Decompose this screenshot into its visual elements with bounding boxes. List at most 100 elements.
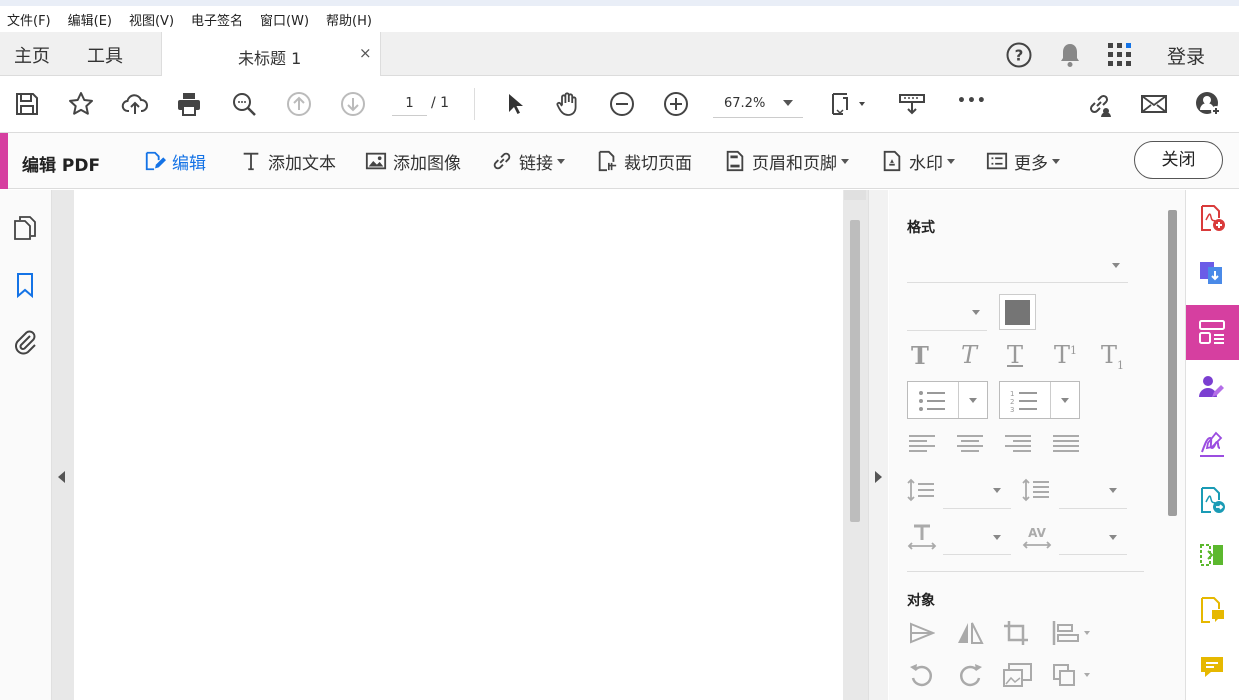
flip-horizontal-icon[interactable]: [909, 620, 935, 646]
next-page-icon[interactable]: [338, 89, 368, 119]
export-pdf-icon[interactable]: [1198, 486, 1226, 514]
crop-image-icon[interactable]: [1003, 620, 1029, 646]
underline-t-icon[interactable]: T: [1007, 341, 1023, 369]
menu-esign[interactable]: 电子签名: [191, 10, 243, 29]
rotate-left-icon[interactable]: [909, 662, 935, 688]
zoom-level-dropdown[interactable]: 67.2%: [713, 90, 803, 118]
edit-button[interactable]: 编辑: [144, 147, 206, 175]
share-link-icon[interactable]: [1084, 89, 1114, 119]
format-panel-scrollbar[interactable]: [1168, 210, 1177, 516]
hand-tool-icon[interactable]: [553, 89, 583, 119]
align-left-icon[interactable]: [909, 434, 935, 454]
save-icon[interactable]: [12, 89, 42, 119]
add-image-button[interactable]: 添加图像: [365, 147, 461, 175]
comment-icon[interactable]: [1198, 653, 1226, 681]
character-spacing-dropdown[interactable]: [1059, 524, 1127, 554]
star-icon[interactable]: [66, 89, 96, 119]
comment-document-icon[interactable]: [1198, 596, 1226, 624]
font-size-underline: [907, 330, 987, 331]
crop-page-button[interactable]: 裁切页面: [596, 147, 692, 175]
zoom-search-icon[interactable]: [229, 89, 259, 119]
tab-tools[interactable]: 工具: [87, 42, 123, 68]
text-color-swatch: [1005, 300, 1030, 325]
align-center-icon[interactable]: [957, 434, 983, 454]
menu-view[interactable]: 视图(V): [129, 10, 174, 29]
create-pdf-icon[interactable]: [1198, 204, 1226, 232]
horizontal-scale-dropdown[interactable]: [943, 524, 1011, 554]
zoom-level-value: 67.2%: [724, 96, 766, 111]
close-tab-icon[interactable]: ×: [359, 44, 372, 62]
more-tools-icon[interactable]: •••: [957, 93, 987, 109]
organize-pages-icon[interactable]: [1198, 318, 1226, 346]
header-footer-button[interactable]: 页眉和页脚: [724, 147, 849, 175]
page-number-input[interactable]: [392, 92, 427, 116]
select-arrow-icon[interactable]: [499, 89, 529, 119]
request-signature-icon[interactable]: [1198, 373, 1226, 401]
tab-bar: 主页 工具 未标题 1 × ? 登录: [0, 32, 1239, 77]
bullet-list-dropdown[interactable]: [907, 381, 988, 419]
menu-window[interactable]: 窗口(W): [260, 10, 309, 29]
menu-help[interactable]: 帮助(H): [326, 10, 372, 29]
paragraph-spacing-dropdown[interactable]: [1059, 478, 1127, 508]
italic-t-icon[interactable]: T: [961, 341, 977, 369]
read-mode-icon[interactable]: [897, 89, 927, 119]
svg-text:2: 2: [1010, 398, 1014, 406]
document-scrollbar[interactable]: [850, 220, 860, 522]
close-edit-button[interactable]: 关闭: [1134, 141, 1223, 179]
apps-grid-icon[interactable]: [1107, 42, 1133, 68]
prev-page-icon[interactable]: [284, 89, 314, 119]
page-fit-icon[interactable]: [828, 89, 870, 119]
align-right-icon[interactable]: [1005, 434, 1031, 454]
link-button[interactable]: 链接: [491, 147, 565, 175]
chevron-down-icon: [993, 488, 1001, 493]
numbered-list-dropdown[interactable]: 123: [999, 381, 1080, 419]
combine-files-icon[interactable]: [1198, 259, 1226, 287]
character-spacing-icon[interactable]: AV: [1022, 524, 1052, 550]
superscript-t-icon[interactable]: T1: [1054, 341, 1077, 369]
line-spacing-dropdown[interactable]: [943, 478, 1011, 508]
rotate-right-icon[interactable]: [957, 662, 983, 688]
flip-vertical-icon[interactable]: [955, 620, 985, 646]
font-size-dropdown[interactable]: [907, 296, 987, 330]
notification-bell-icon[interactable]: [1058, 41, 1082, 69]
subscript-t-icon[interactable]: T1: [1101, 341, 1124, 372]
fill-sign-icon[interactable]: [1198, 430, 1226, 458]
compare-files-icon[interactable]: [1198, 541, 1226, 569]
line-spacing-icon[interactable]: [907, 478, 935, 502]
menu-file[interactable]: 文件(F): [7, 10, 51, 29]
chevron-down-icon: [969, 398, 977, 403]
zoom-in-icon[interactable]: [661, 89, 691, 119]
page-thumbnails-icon[interactable]: [11, 214, 39, 242]
svg-text:?: ?: [1015, 47, 1024, 65]
cloud-upload-icon[interactable]: [120, 89, 150, 119]
add-user-icon[interactable]: [1193, 89, 1223, 119]
menu-edit[interactable]: 编辑(E): [68, 10, 112, 29]
font-family-dropdown[interactable]: [907, 252, 1128, 282]
paragraph-spacing-icon[interactable]: [1022, 478, 1050, 502]
horizontal-scale-underline: [943, 554, 1011, 555]
bookmark-icon[interactable]: [11, 271, 39, 299]
login-button[interactable]: 登录: [1167, 42, 1205, 69]
watermark-button[interactable]: 水印: [881, 147, 955, 175]
chevron-down-icon: [1061, 398, 1069, 403]
zoom-out-icon[interactable]: [607, 89, 637, 119]
collapse-left-arrow-icon[interactable]: [58, 471, 65, 483]
horizontal-scale-icon[interactable]: [907, 524, 937, 550]
align-justify-icon[interactable]: [1053, 434, 1079, 454]
print-icon[interactable]: [174, 89, 204, 119]
arrange-objects-icon[interactable]: [1052, 662, 1094, 688]
tab-document[interactable]: 未标题 1 ×: [161, 32, 381, 77]
replace-image-icon[interactable]: [1003, 662, 1033, 688]
email-icon[interactable]: [1139, 89, 1169, 119]
collapse-right-panel[interactable]: [868, 190, 888, 700]
bold-t-icon[interactable]: T: [911, 341, 929, 370]
attachment-paperclip-icon[interactable]: [11, 327, 39, 355]
help-icon[interactable]: ?: [1005, 41, 1033, 69]
tab-home[interactable]: 主页: [14, 42, 50, 68]
text-color-picker[interactable]: [999, 294, 1036, 330]
pdf-page[interactable]: [74, 190, 843, 700]
more-button[interactable]: 更多: [986, 147, 1060, 175]
add-text-button[interactable]: 添加文本: [240, 147, 336, 175]
svg-text:AV: AV: [1028, 526, 1046, 540]
align-objects-icon[interactable]: [1052, 620, 1094, 646]
